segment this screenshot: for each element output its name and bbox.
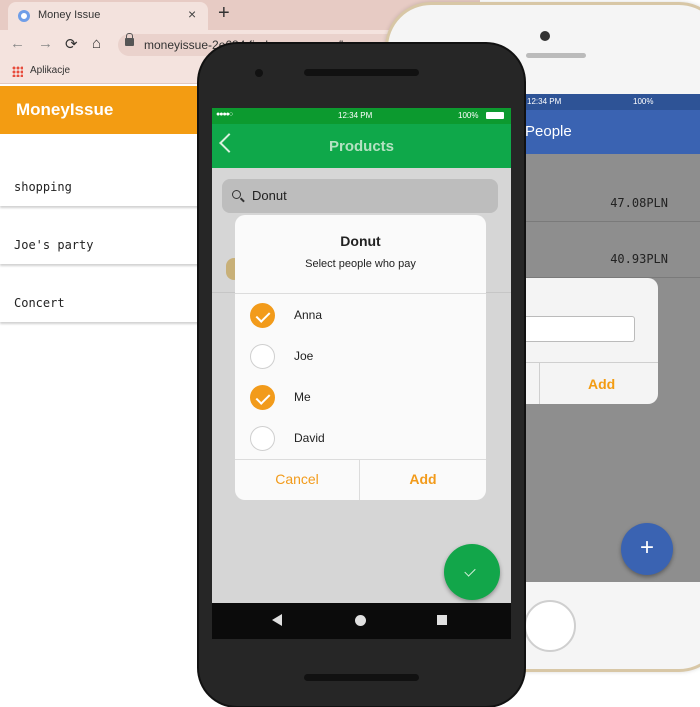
close-tab-icon[interactable]: × xyxy=(188,6,196,22)
add-person-dialog: Add xyxy=(515,278,658,404)
iphone-screen: 12:34 PM 100% People 47.08PLN 40.93PLN A… xyxy=(515,94,700,582)
battery-icon xyxy=(486,112,504,119)
add-button[interactable]: Add xyxy=(588,376,615,392)
signal-icon: ●●●●○ xyxy=(216,111,233,118)
android-screen: ●●●●○ 12:34 PM 100% Products Donut Donut… xyxy=(212,108,511,639)
checkbox-icon[interactable] xyxy=(250,385,275,410)
forward-arrow-icon[interactable]: → xyxy=(38,35,53,52)
android-header: Products xyxy=(212,124,511,168)
list-item[interactable]: Joe's party xyxy=(0,218,200,264)
screenshot-stage: Money Issue × + ← → ⟳ ⌂ moneyissue-2e684… xyxy=(0,0,700,707)
camera-icon xyxy=(540,31,550,41)
android-nav-bar xyxy=(212,603,511,639)
person-name-input[interactable] xyxy=(515,316,635,342)
android-status-bar: ●●●●○ 12:34 PM 100% xyxy=(212,108,511,124)
ios-status-bar: 12:34 PM 100% xyxy=(515,94,700,110)
amount-value: 47.08PLN xyxy=(610,196,668,210)
status-time: 12:34 PM xyxy=(338,111,373,120)
checkbox-icon[interactable] xyxy=(250,303,275,328)
status-battery: 100% xyxy=(633,97,654,106)
home-icon[interactable]: ⌂ xyxy=(92,35,101,52)
people-title: People xyxy=(525,123,572,140)
favicon-icon xyxy=(18,10,30,22)
back-arrow-icon[interactable]: ← xyxy=(10,35,25,52)
lock-icon xyxy=(125,33,134,46)
event-label: shopping xyxy=(14,180,72,194)
payer-option[interactable]: Me xyxy=(235,377,486,417)
payer-name: Joe xyxy=(294,349,314,363)
list-item[interactable]: shopping xyxy=(0,160,200,206)
speaker-grille xyxy=(304,69,419,76)
reload-icon[interactable]: ⟳ xyxy=(65,35,78,53)
camera-icon xyxy=(255,69,263,77)
dialog-subtitle: Select people who pay xyxy=(305,258,416,270)
dialog-divider xyxy=(515,362,658,363)
status-time: 12:34 PM xyxy=(527,97,562,106)
cancel-button[interactable]: Cancel xyxy=(235,471,359,487)
home-button[interactable] xyxy=(524,600,576,652)
select-payers-dialog: Donut Select people who pay Anna Joe Me xyxy=(235,215,486,500)
bookmark-apps-label[interactable]: Aplikacje xyxy=(30,65,70,76)
dialog-title: Donut xyxy=(340,233,381,249)
products-title: Products xyxy=(328,138,394,155)
list-item[interactable]: Concert xyxy=(0,276,200,322)
ios-header: People xyxy=(515,110,700,154)
dialog-divider xyxy=(235,293,486,294)
plus-icon: + xyxy=(639,534,654,561)
speaker-grille xyxy=(304,674,419,681)
payer-option[interactable]: Anna xyxy=(235,295,486,335)
search-value: Donut xyxy=(252,188,287,203)
browser-tab[interactable]: Money Issue × xyxy=(8,2,208,30)
event-label: Joe's party xyxy=(14,238,94,252)
checkbox-icon[interactable] xyxy=(250,426,275,451)
back-triangle-icon[interactable] xyxy=(272,614,282,626)
search-icon xyxy=(232,190,241,199)
payer-option[interactable]: Joe xyxy=(235,336,486,376)
dialog-divider xyxy=(235,459,486,460)
add-person-fab[interactable]: + xyxy=(621,523,673,575)
recents-square-icon[interactable] xyxy=(437,615,447,625)
dialog-divider xyxy=(539,363,540,404)
speaker-grille xyxy=(526,53,586,58)
search-input[interactable]: Donut xyxy=(222,179,498,213)
payer-option[interactable]: David xyxy=(235,418,486,458)
new-tab-icon[interactable]: + xyxy=(218,2,230,25)
apps-grid-icon[interactable] xyxy=(12,66,23,77)
event-label: Concert xyxy=(14,296,65,310)
payer-name: Me xyxy=(294,390,311,404)
status-battery: 100% xyxy=(458,111,479,120)
payer-name: Anna xyxy=(294,308,323,322)
amount-value: 40.93PLN xyxy=(610,252,668,266)
android-device: ●●●●○ 12:34 PM 100% Products Donut Donut… xyxy=(199,44,524,706)
tab-title: Money Issue xyxy=(38,9,101,21)
checkmark-icon xyxy=(464,565,476,577)
web-app-title: MoneyIssue xyxy=(16,100,114,119)
home-circle-icon[interactable] xyxy=(355,615,366,626)
table-row[interactable]: 40.93PLN xyxy=(515,240,700,278)
add-button[interactable]: Add xyxy=(360,471,486,487)
table-row[interactable]: 47.08PLN xyxy=(515,184,700,222)
checkbox-icon[interactable] xyxy=(250,344,275,369)
confirm-fab[interactable] xyxy=(444,544,500,600)
payer-name: David xyxy=(294,431,325,445)
